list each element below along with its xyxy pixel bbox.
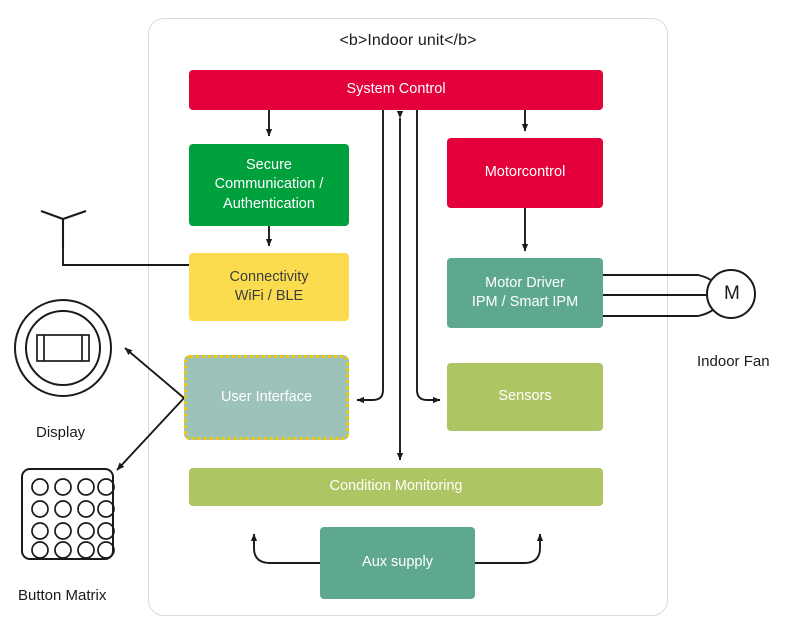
block-user-interface[interactable]: User Interface	[184, 355, 349, 440]
block-connectivity[interactable]: Connectivity WiFi / BLE	[189, 253, 349, 321]
block-label: Secure Communication / Authentication	[214, 157, 324, 212]
block-label: Aux supply	[362, 554, 433, 571]
block-sensors[interactable]: Sensors	[447, 363, 603, 431]
motor-symbol-label: M	[724, 283, 740, 304]
block-system-control[interactable]: System Control	[189, 70, 603, 110]
block-label: User Interface	[220, 388, 313, 405]
block-secure-communication[interactable]: Secure Communication / Authentication	[189, 144, 349, 226]
antenna-icon-shape	[40, 210, 87, 248]
block-label: Motor Driver IPM / Smart IPM	[471, 274, 579, 310]
block-motorcontrol[interactable]: Motorcontrol	[447, 138, 603, 208]
block-label: Connectivity WiFi / BLE	[229, 268, 309, 304]
button-matrix-label: Button Matrix	[18, 587, 107, 604]
block-aux-supply[interactable]: Aux supply	[320, 527, 475, 599]
button-matrix-icon	[21, 468, 115, 560]
diagram-canvas: <b>Indoor unit</b> System Control Secure…	[0, 0, 800, 636]
block-label: Sensors	[498, 388, 552, 405]
block-condition-monitoring[interactable]: Condition Monitoring	[189, 468, 603, 506]
indoor-fan-label: Indoor Fan	[697, 353, 770, 370]
block-label: Motorcontrol	[484, 164, 566, 181]
block-motor-driver[interactable]: Motor Driver IPM / Smart IPM	[447, 258, 603, 328]
block-label: System Control	[346, 81, 446, 98]
display-icon	[14, 299, 112, 397]
panel-title: <b>Indoor unit</b>	[339, 32, 477, 49]
block-label: Condition Monitoring	[329, 478, 463, 495]
display-label: Display	[36, 424, 86, 441]
